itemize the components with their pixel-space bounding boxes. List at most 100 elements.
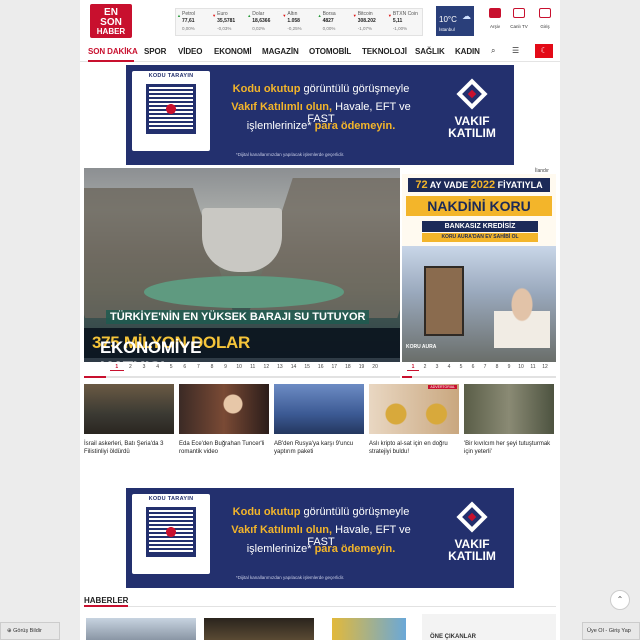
arrow-up-icon: ▲ (177, 13, 181, 18)
page-dot[interactable]: 12 (539, 364, 551, 371)
site-logo[interactable]: EN SON HABER (90, 4, 132, 38)
nav-item-spor[interactable]: SPOR (144, 47, 166, 56)
menu-icon[interactable]: ☰ (512, 46, 519, 55)
page-dot[interactable]: 11 (246, 364, 260, 371)
archive-button[interactable]: Arşiv (482, 8, 508, 29)
ticker-item[interactable]: ▼ BTXN Coin 5,11 -1,00% (387, 9, 422, 35)
news-card[interactable]: İsrail askerleri, Batı Şeria'da 3 Filist… (84, 384, 174, 456)
ticker-name: Borsa (322, 11, 336, 17)
live-tv-button[interactable]: Canlı TV (506, 8, 532, 29)
vakif-logo-icon (456, 78, 488, 110)
market-ticker[interactable]: ▲ Petrol 77,61 0,00% ▼ Euro 35,5781 -0,03% ▲ Dola… (175, 8, 423, 36)
page-dot[interactable]: 1 (110, 364, 124, 371)
page-dot[interactable]: 3 (137, 364, 151, 371)
ticker-value: 1.058 (287, 18, 300, 24)
page-dot[interactable]: 7 (479, 364, 491, 371)
ad-line1-b: görüntülü görüşmeyle (300, 506, 410, 518)
page-dot[interactable]: 3 (431, 364, 443, 371)
page-dot[interactable]: 8 (205, 364, 219, 371)
ticker-item[interactable]: ▼ Euro 35,5781 -0,03% (211, 9, 246, 35)
vakif-katilim-ad-top[interactable]: KODU TARAYIN Kodu okutup görüntülü görüş… (126, 65, 514, 165)
nav-item-teknoloji[interactable]: TEKNOLOJİ (362, 47, 407, 56)
koru-aura-ad[interactable]: 72 AY VADE 2022 FİYATIYLA NAKDİNİ KORU B… (402, 174, 556, 362)
page-dot[interactable]: 11 (527, 364, 539, 371)
page-dot[interactable]: 12 (260, 364, 274, 371)
page-dot[interactable]: 15 (300, 364, 314, 371)
news-image (84, 384, 174, 434)
nav-item-kadin[interactable]: KADIN (455, 47, 480, 56)
page-dot[interactable]: 6 (178, 364, 192, 371)
turkey-flag-icon[interactable]: ☾ (535, 44, 553, 58)
page-dot[interactable]: 10 (515, 364, 527, 371)
page-dot[interactable]: 13 (273, 364, 287, 371)
hero-caption-top: TÜRKİYE'NİN EN YÜKSEK BARAJI SU TUTUYOR (106, 310, 370, 324)
login-button[interactable]: Giriş (532, 8, 558, 29)
ticker-item[interactable]: ▲ Dolar 18,6366 0,02% (246, 9, 281, 35)
nav-item-magazin[interactable]: MAGAZİN (262, 47, 299, 56)
page-dot[interactable]: 5 (455, 364, 467, 371)
scroll-to-top-icon[interactable]: ⌃ (610, 590, 630, 610)
page-dot[interactable]: 6 (467, 364, 479, 371)
news-title[interactable]: AB'den Rusya'ya karşı 9'uncu yaptırım pa… (274, 440, 364, 456)
vakif-katilim-logo: VAKIF KATILIM (442, 78, 502, 139)
nav-item-ekonomi[interactable]: EKONOMİ (214, 47, 252, 56)
news-card[interactable]: Eda Ece'den Buğrahan Tuncer'li romantik … (179, 384, 269, 456)
news-thumb[interactable] (332, 618, 406, 640)
ticker-value: 4827 (322, 18, 334, 24)
page-dot[interactable]: 10 (232, 364, 246, 371)
ticker-item[interactable]: ▼ Altın 1.058 -0,25% (281, 9, 316, 35)
ticker-item[interactable]: ▲ Borsa 4827 0,00% (317, 9, 352, 35)
page-dot[interactable]: 7 (192, 364, 206, 371)
page-dot[interactable]: 9 (503, 364, 515, 371)
side-pagination[interactable]: 1 2 3 4 5 6 7 8 9 10 11 12 (407, 364, 551, 371)
page-dot[interactable]: 2 (124, 364, 138, 371)
ticker-item[interactable]: ▲ Petrol 77,61 0,00% (176, 9, 211, 35)
feedback-button[interactable]: ⊕ Görüş Bildir (0, 622, 60, 640)
ad-fine-print: *Dijital kanallarımızdan yapılacak işlem… (236, 575, 345, 580)
nav-item-otomobil[interactable]: OTOMOBİL (309, 47, 351, 56)
bankasiz-kredisiz: BANKASIZ KREDİSİZ (422, 221, 538, 232)
news-card[interactable]: ADVERTORIAL Aslı kripto al-sat için en d… (369, 384, 459, 456)
weather-widget[interactable]: ☁ 10°C İstanbul (436, 6, 474, 36)
nav-item-saglik[interactable]: SAĞLIK (415, 47, 445, 56)
news-title[interactable]: Eda Ece'den Buğrahan Tuncer'li romantik … (179, 440, 269, 456)
main-nav: SON DAKİKA SPOR VİDEO EKONOMİ MAGAZİN OT… (80, 42, 560, 62)
page-dot[interactable]: 17 (328, 364, 342, 371)
page-dot[interactable]: 5 (164, 364, 178, 371)
news-title[interactable]: 'Bir kıvılcım her şeyi tutuşturmak için … (464, 440, 554, 456)
search-icon[interactable]: ⌕ (491, 46, 495, 56)
ticker-change: -1,07% (357, 26, 372, 31)
nav-item-son-dakika[interactable]: SON DAKİKA (88, 47, 138, 56)
page-dot[interactable]: 18 (341, 364, 355, 371)
arrow-down-icon: ▼ (282, 13, 287, 18)
page-dot[interactable]: 2 (419, 364, 431, 371)
news-card[interactable]: 'Bir kıvılcım her şeyi tutuşturmak için … (464, 384, 554, 456)
archive-label: Arşiv (490, 24, 500, 29)
page-dot[interactable]: 16 (314, 364, 328, 371)
nav-active-underline (88, 60, 134, 62)
register-login-button[interactable]: Üye Ol - Giriş Yap (582, 622, 640, 640)
page-dot[interactable]: 8 (491, 364, 503, 371)
register-login-label: Üye Ol - Giriş Yap (587, 628, 631, 634)
hero-pagination[interactable]: 1 2 3 4 5 6 7 8 9 10 11 12 13 14 15 16 17 18 19 20 (110, 364, 382, 371)
page-dot[interactable]: 19 (355, 364, 369, 371)
vakif-katilim-ad-bottom[interactable]: KODU TARAYIN Kodu okutup görüntülü görüş… (126, 488, 514, 588)
ticker-name: Petrol (182, 11, 196, 17)
news-card[interactable]: AB'den Rusya'ya karşı 9'uncu yaptırım pa… (274, 384, 364, 456)
hero-caption-bar: EKONOMİYE KATKISI 375 MİLYON DOLAR (84, 328, 400, 362)
news-thumb[interactable] (204, 618, 314, 640)
nav-item-video[interactable]: VİDEO (178, 47, 203, 56)
hero-slider[interactable]: TÜRKİYE'NİN EN YÜKSEK BARAJI SU TUTUYOR … (84, 168, 400, 362)
page-dot[interactable]: 4 (443, 364, 455, 371)
page-dot[interactable]: 1 (407, 364, 419, 371)
ticker-item[interactable]: ▼ Bitcoin 308.202 -1,07% (352, 9, 387, 35)
page-dot[interactable]: 9 (219, 364, 233, 371)
news-thumb[interactable] (86, 618, 196, 640)
ticker-change: 0,00% (322, 26, 336, 31)
ticker-change: -0,03% (217, 26, 232, 31)
page-dot[interactable]: 20 (368, 364, 382, 371)
page-dot[interactable]: 4 (151, 364, 165, 371)
news-title[interactable]: İsrail askerleri, Batı Şeria'da 3 Filist… (84, 440, 174, 456)
page-dot[interactable]: 14 (287, 364, 301, 371)
news-title[interactable]: Aslı kripto al-sat için en doğru stratej… (369, 440, 459, 456)
